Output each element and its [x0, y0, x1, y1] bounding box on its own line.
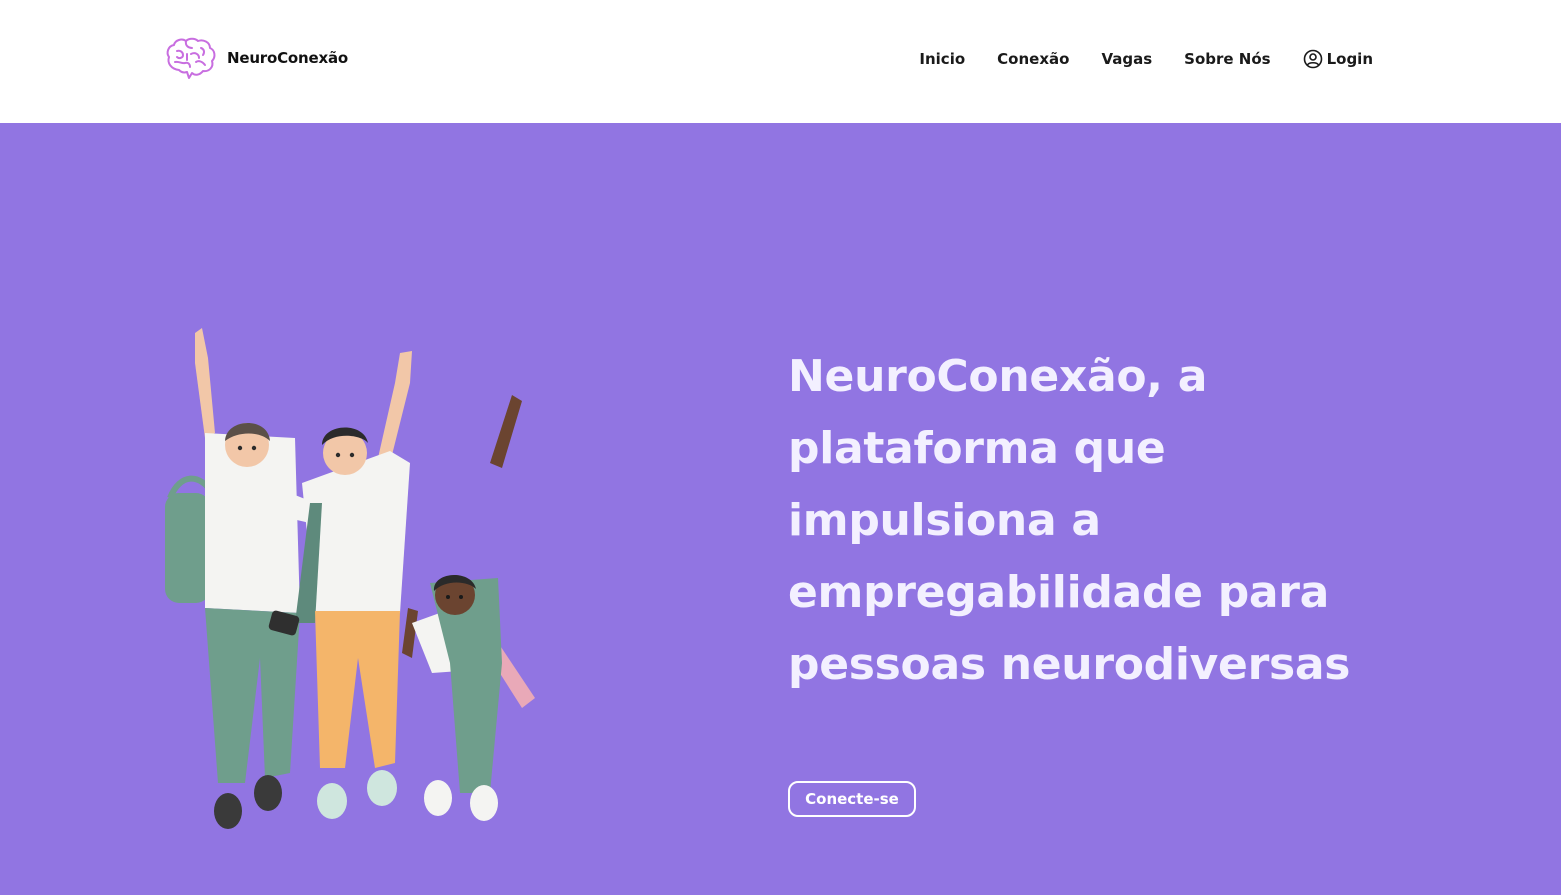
top-navbar: NeuroConexão Inicio Conexão Vagas Sobre … — [0, 0, 1561, 123]
conecte-se-button[interactable]: Conecte-se — [788, 781, 916, 817]
hero-headline: NeuroConexão, a plataforma que impulsion… — [788, 351, 1351, 690]
students-celebrating-illustration — [165, 328, 535, 829]
nav-link-vagas[interactable]: Vagas — [1101, 50, 1152, 68]
brand-name: NeuroConexão — [227, 49, 348, 67]
hero-section: NeuroConexão, a plataforma que impulsion… — [0, 123, 1561, 895]
brain-icon — [166, 37, 216, 79]
person-left — [165, 328, 315, 829]
person-right — [402, 395, 535, 821]
nav-link-inicio[interactable]: Inicio — [919, 50, 965, 68]
login-label: Login — [1326, 50, 1373, 68]
nav-link-sobre-nos[interactable]: Sobre Nós — [1184, 50, 1270, 68]
main-nav: Inicio Conexão Vagas Sobre Nós Login — [887, 46, 1373, 72]
nav-login-link[interactable]: Login — [1303, 49, 1373, 69]
user-circle-icon — [1303, 49, 1322, 69]
nav-link-conexao[interactable]: Conexão — [997, 50, 1069, 68]
brand[interactable]: NeuroConexão — [165, 36, 348, 80]
